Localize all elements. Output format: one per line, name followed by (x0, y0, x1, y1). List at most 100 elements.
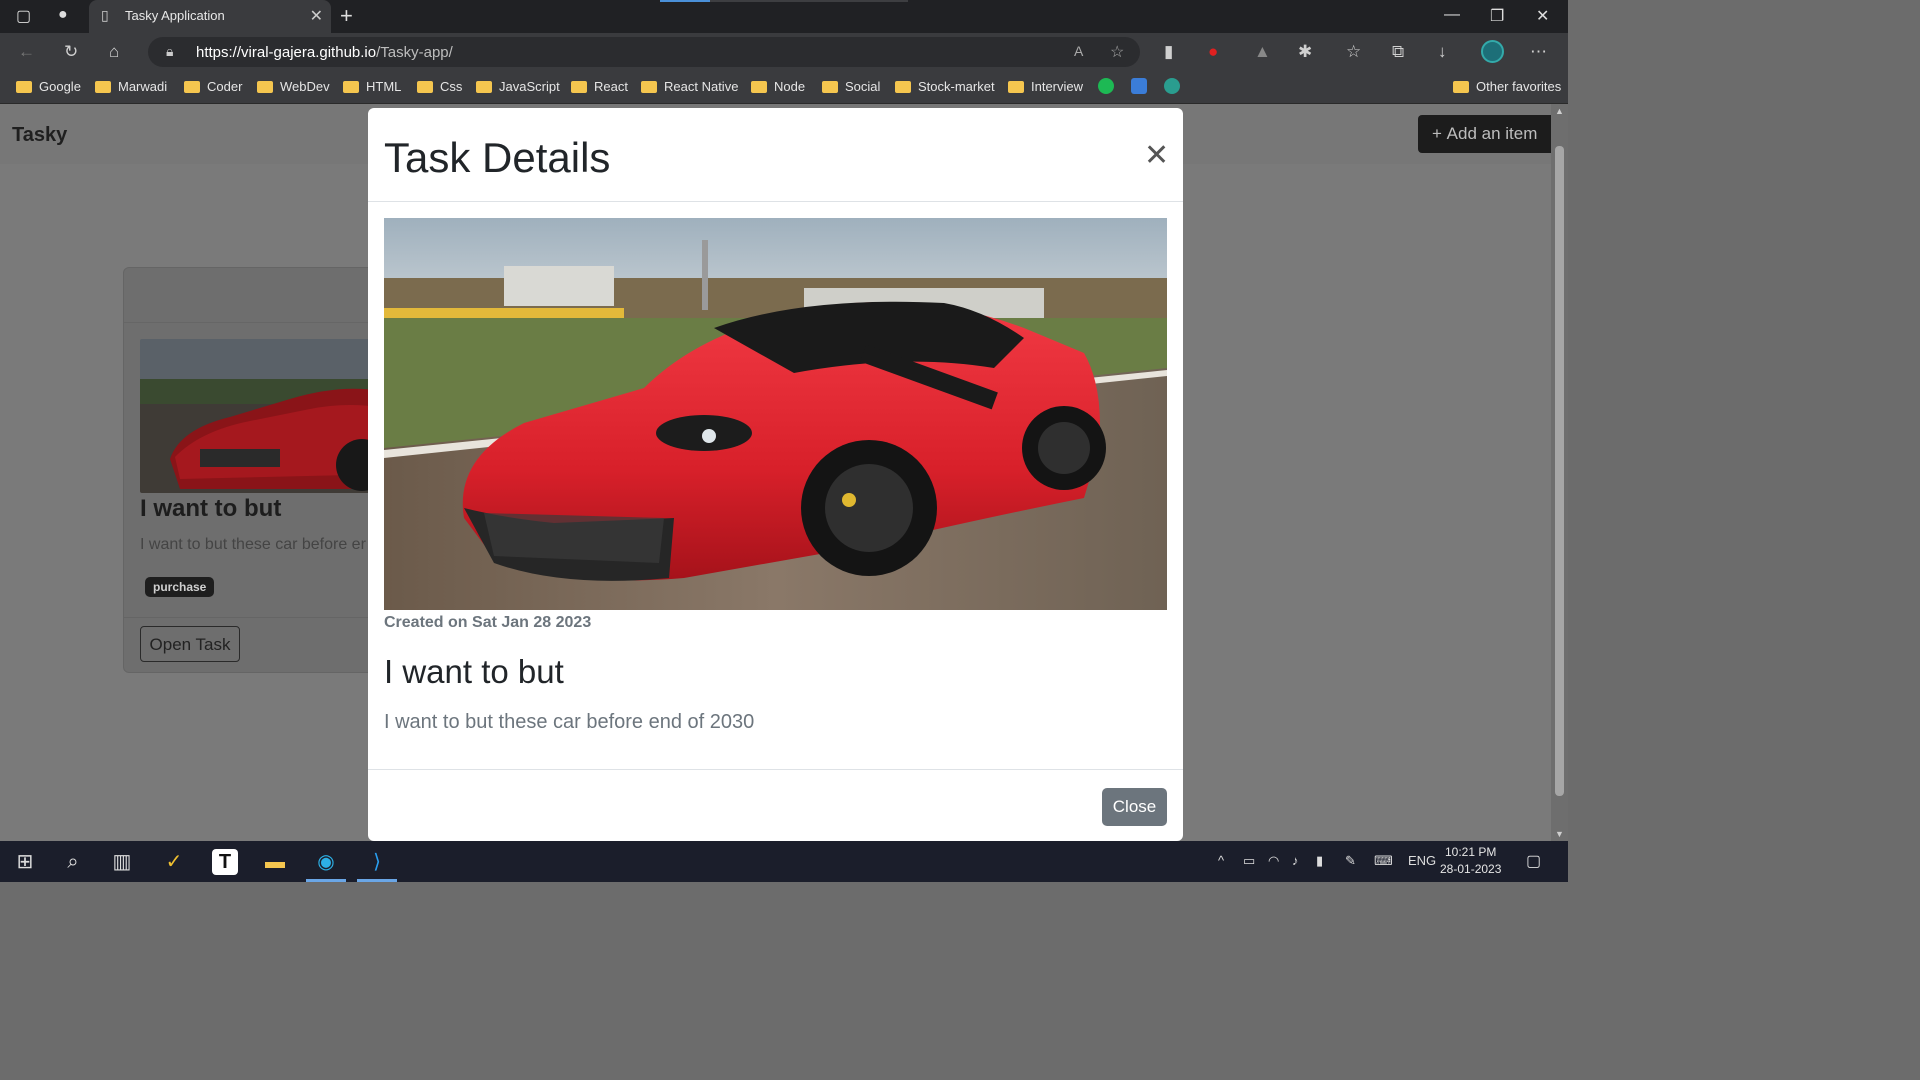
bookmark-html[interactable]: HTML (343, 79, 401, 94)
task-car-image (384, 218, 1167, 610)
modal-header-divider (368, 201, 1183, 202)
more-icon[interactable]: ⋯ (1530, 42, 1547, 62)
add-item-button[interactable]: + Add an item (1418, 115, 1551, 153)
collections-add-icon[interactable]: ⧉ (1392, 42, 1404, 62)
card-car-image (140, 339, 400, 493)
bookmarks-bar: Google Marwadi Coder WebDev HTML Css Jav… (0, 71, 1568, 104)
browser-toolbar: ← ↻ ⌂ 🔒︎ https://viral-gajera.github.io/… (0, 33, 1568, 71)
bookmark-javascript[interactable]: JavaScript (476, 79, 560, 94)
url-path: /Tasky-app/ (376, 44, 453, 61)
sidebar-toggle-icon[interactable]: ▢ (16, 6, 31, 26)
new-tab-icon[interactable]: + (340, 3, 353, 29)
browser-tab[interactable]: ▯ Tasky Application ✕ (89, 0, 331, 33)
tag-badge: purchase (145, 577, 215, 597)
card-text: I want to but these car before er (140, 536, 366, 553)
github-icon[interactable]: ● (58, 6, 68, 24)
pen-icon[interactable]: ✎ (1345, 853, 1356, 869)
spotify-icon[interactable] (1098, 78, 1114, 94)
notifications-icon[interactable]: ▢ (1526, 851, 1541, 871)
language-indicator[interactable]: ENG (1408, 853, 1436, 868)
close-tab-icon[interactable]: ✕ (310, 6, 323, 26)
folder-icon (184, 80, 200, 93)
home-icon[interactable]: ⌂ (109, 42, 119, 62)
lock-icon[interactable]: 🔒︎ (166, 43, 173, 60)
restore-icon[interactable]: ❐ (1490, 6, 1504, 26)
active-app-indicator (357, 879, 397, 882)
bookmark-node[interactable]: Node (751, 79, 805, 94)
card-title: I want to but (140, 495, 282, 522)
scroll-up-icon[interactable]: ▲ (1555, 106, 1564, 116)
created-date: Created on Sat Jan 28 2023 (384, 614, 592, 631)
collections-icon[interactable]: ▮ (1164, 42, 1173, 62)
address-bar[interactable]: 🔒︎ https://viral-gajera.github.io/Tasky-… (148, 37, 1140, 67)
search-icon[interactable]: ⌕ (60, 849, 86, 875)
bookmark-react[interactable]: React (571, 79, 628, 94)
read-aloud-icon[interactable]: A (1074, 43, 1083, 59)
folder-icon (16, 80, 32, 93)
close-window-icon[interactable]: ✕ (1536, 6, 1549, 26)
file-explorer-icon[interactable]: ▬ (262, 849, 288, 875)
tray-chevron-icon[interactable]: ^ (1218, 853, 1224, 868)
typora-icon[interactable]: T (212, 849, 238, 875)
folder-icon (257, 80, 273, 93)
folder-icon (641, 80, 657, 93)
battery-icon[interactable]: ▮ (1316, 853, 1323, 869)
page-scrollbar[interactable]: ▲ ▼ (1551, 104, 1568, 841)
back-icon[interactable]: ← (18, 42, 35, 62)
todo-app-icon[interactable]: ✓ (161, 849, 187, 875)
volume-icon[interactable]: ♪ (1292, 853, 1299, 868)
app-brand[interactable]: Tasky (12, 124, 67, 147)
folder-icon (895, 80, 911, 93)
bookmark-interview[interactable]: Interview (1008, 79, 1083, 94)
task-title: I want to but (384, 653, 564, 690)
bookmark-google[interactable]: Google (16, 79, 81, 94)
extension-icon[interactable]: ▲ (1254, 42, 1271, 62)
plus-icon: + (1432, 124, 1447, 143)
close-button[interactable]: Close (1102, 788, 1167, 826)
start-icon[interactable]: ⊞ (12, 849, 38, 875)
vscode-icon[interactable]: ⟩ (364, 849, 390, 875)
clock-date: 28-01-2023 (1440, 862, 1502, 876)
keyboard-icon[interactable]: ⌨ (1374, 853, 1393, 869)
bookmark-social[interactable]: Social (822, 79, 880, 94)
display-icon[interactable]: ▭ (1243, 853, 1255, 869)
favorites-icon[interactable]: ☆ (1346, 42, 1361, 62)
page-icon: ▯ (101, 7, 109, 23)
profile-avatar[interactable] (1481, 40, 1504, 63)
download-icon[interactable]: ↓ (1438, 42, 1447, 62)
modal-title: Task Details (384, 134, 611, 181)
bookmark-css[interactable]: Css (417, 79, 462, 94)
modal-footer-divider (368, 769, 1183, 770)
bookmark-webdev[interactable]: WebDev (257, 79, 330, 94)
network-icon[interactable]: ◠ (1268, 853, 1279, 869)
bookmark-marwadi[interactable]: Marwadi (95, 79, 167, 94)
open-task-button[interactable]: Open Task (140, 626, 240, 662)
scrollbar-thumb[interactable] (1555, 146, 1564, 796)
folder-icon (1008, 80, 1024, 93)
extensions-puzzle-icon[interactable]: ✱ (1298, 42, 1312, 62)
folder-icon (1453, 80, 1469, 93)
tumblr-icon[interactable] (1131, 78, 1147, 94)
task-view-icon[interactable]: ▥ (109, 849, 135, 875)
bookmark-stock-market[interactable]: Stock-market (895, 79, 995, 94)
url-text: https://viral-gajera.github.io/Tasky-app… (196, 44, 453, 61)
bookmark-other-favorites[interactable]: Other favorites (1453, 79, 1561, 94)
refresh-icon[interactable]: ↻ (64, 42, 78, 62)
minimize-icon[interactable]: — (1444, 6, 1460, 24)
folder-icon (95, 80, 111, 93)
bookmark-coder[interactable]: Coder (184, 79, 242, 94)
windows-taskbar: ⊞ ⌕ ▥ ✓ T ▬ ◉ ⟩ ^ ▭ ◠ ♪ ▮ ✎ ⌨ ENG 10:21 … (0, 841, 1568, 882)
folder-icon (751, 80, 767, 93)
extension-stop-icon[interactable]: ● (1208, 42, 1218, 62)
bookmark-react-native[interactable]: React Native (641, 79, 738, 94)
edge-icon[interactable]: ◉ (313, 849, 339, 875)
loading-bar (660, 0, 908, 2)
browser-tab-bar: ▢ ● ▯ Tasky Application ✕ + — ❐ ✕ (0, 0, 1568, 33)
clock[interactable]: 10:21 PM 28-01-2023 (1440, 844, 1501, 878)
scroll-down-icon[interactable]: ▼ (1555, 829, 1564, 839)
close-icon[interactable]: ✕ (1144, 141, 1169, 171)
chatgpt-icon[interactable] (1164, 78, 1180, 94)
folder-icon (822, 80, 838, 93)
clock-time: 10:21 PM (1445, 845, 1497, 859)
add-favorite-icon[interactable]: ☆ (1110, 42, 1124, 62)
